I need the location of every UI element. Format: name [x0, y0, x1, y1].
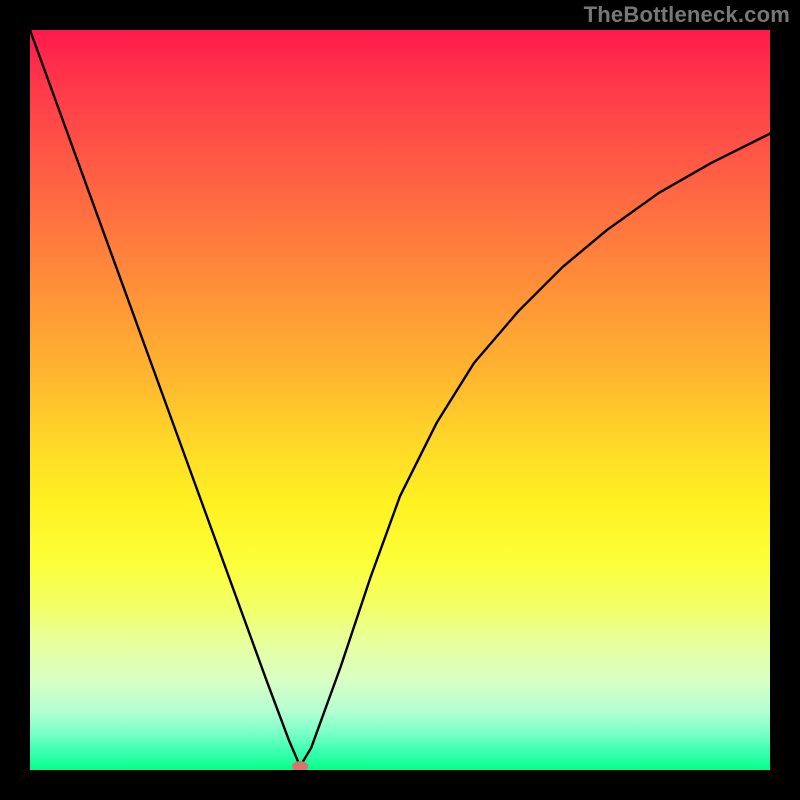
curve-layer: [30, 30, 770, 770]
frame: TheBottleneck.com: [0, 0, 800, 800]
optimum-marker-icon: [292, 761, 308, 770]
bottleneck-curve: [30, 30, 770, 766]
plot-area: [30, 30, 770, 770]
watermark-text: TheBottleneck.com: [584, 2, 790, 28]
